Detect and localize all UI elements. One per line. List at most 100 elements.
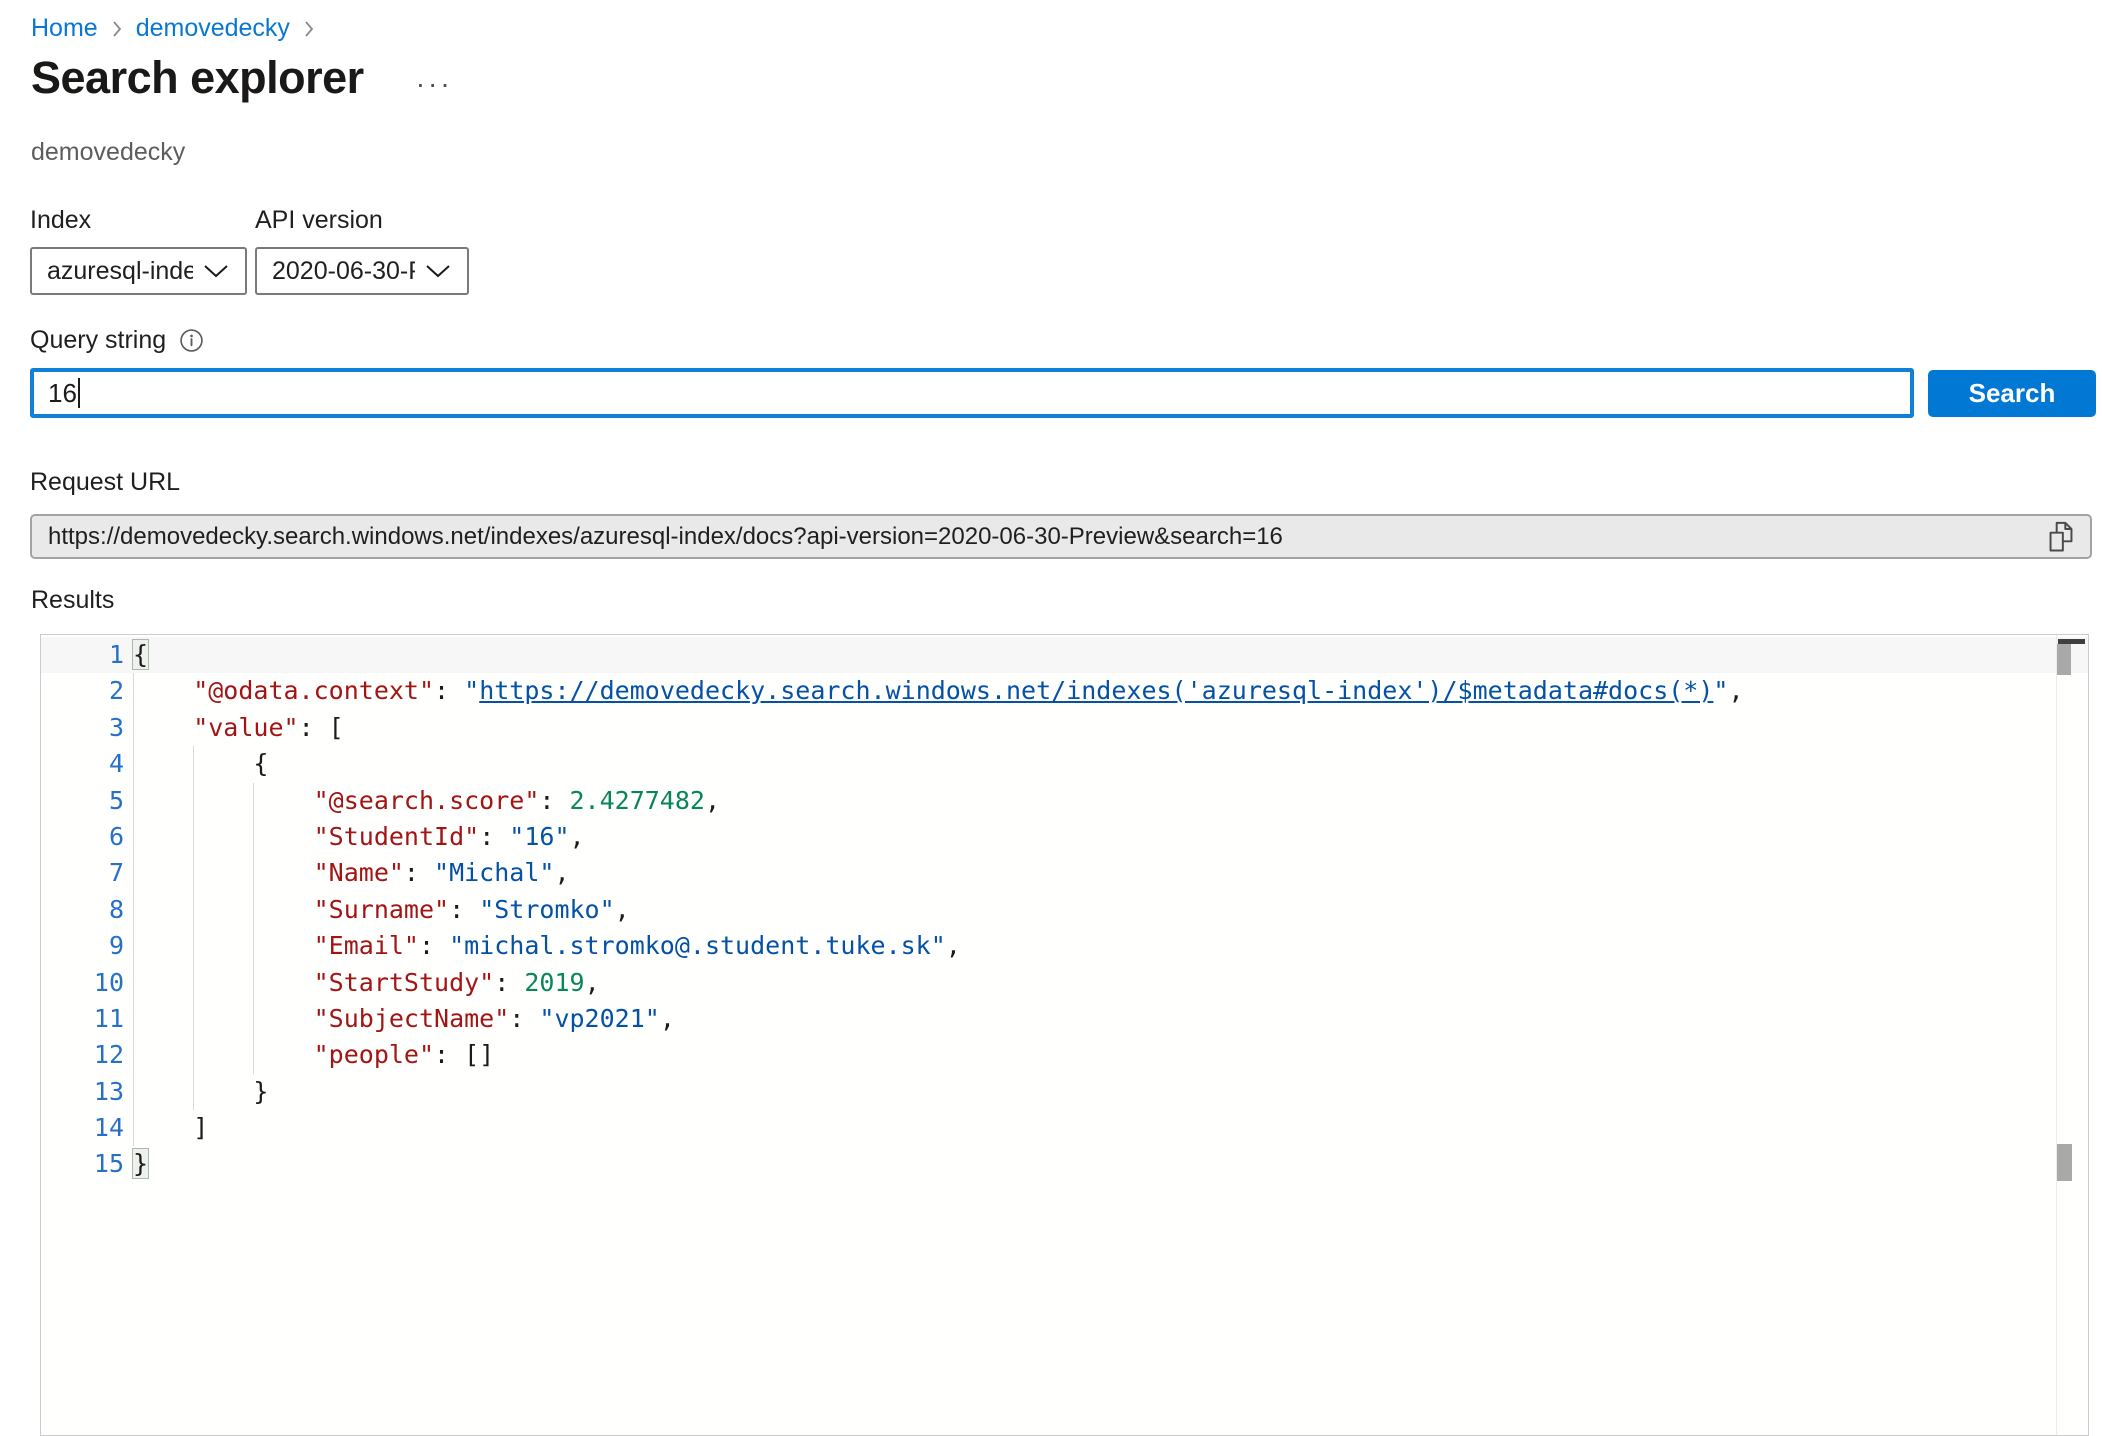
code-line: "@search.score": 2.4277482, [133, 783, 2088, 819]
json-token: "value" [193, 713, 298, 742]
results-editor[interactable]: 1{2"@odata.context": "https://demovedeck… [40, 634, 2089, 1436]
code-line: } [133, 1074, 2088, 1110]
editor-line: 6"StudentId": "16", [41, 819, 2088, 855]
api-version-select[interactable]: 2020-06-30-Pre... [255, 247, 469, 295]
json-token: , [660, 1004, 675, 1033]
line-number: 11 [41, 1001, 133, 1037]
json-token: "@search.score" [314, 786, 540, 815]
indent-guide [133, 892, 134, 928]
overview-ruler-cursor-mark [2057, 1144, 2072, 1181]
chevron-right-icon [302, 16, 316, 42]
json-token: , [570, 822, 585, 851]
json-token: : [479, 822, 509, 851]
indent-guide [193, 1001, 194, 1037]
code-line: "value": [ [133, 710, 2088, 746]
breadcrumb-link-service[interactable]: demovedecky [136, 14, 290, 43]
indent-guide [133, 783, 134, 819]
indent-guide [133, 746, 134, 782]
indent-guide [193, 855, 194, 891]
results-label: Results [31, 586, 114, 615]
json-token: : [434, 676, 464, 705]
json-token: : [494, 968, 524, 997]
scrollbar-thumb[interactable] [2057, 644, 2071, 675]
json-token: 2019 [524, 968, 584, 997]
line-number: 5 [41, 783, 133, 819]
line-number: 13 [41, 1074, 133, 1110]
json-token: , [946, 931, 961, 960]
line-number: 3 [41, 710, 133, 746]
json-token: , [1728, 676, 1743, 705]
indent-guide [253, 783, 254, 819]
scrollbar-track [2056, 635, 2057, 1435]
indent-guide [193, 965, 194, 1001]
indent-guide [253, 965, 254, 1001]
indent-guide [133, 1074, 134, 1110]
indent-guide [193, 928, 194, 964]
line-number: 14 [41, 1110, 133, 1146]
indent-guide [253, 892, 254, 928]
editor-line: 3"value": [ [41, 710, 2088, 746]
more-actions-button[interactable]: ··· [416, 70, 453, 98]
json-token: } [253, 1077, 268, 1106]
json-token: , [705, 786, 720, 815]
indent-guide [133, 673, 134, 709]
copy-icon[interactable] [2046, 521, 2076, 553]
indent-guide [253, 819, 254, 855]
json-token: "michal.stromko@.student.tuke.sk" [449, 931, 946, 960]
code-line: { [133, 637, 2088, 673]
json-token: "SubjectName" [314, 1004, 510, 1033]
line-number: 1 [41, 637, 133, 673]
json-token: "Email" [314, 931, 419, 960]
api-version-select-value: 2020-06-30-Pre... [272, 257, 415, 286]
editor-line: 8"Surname": "Stromko", [41, 892, 2088, 928]
editor-line: 13} [41, 1074, 2088, 1110]
json-token: " [1713, 676, 1728, 705]
text-cursor [78, 378, 80, 408]
json-token: ] [193, 1113, 208, 1142]
index-label: Index [30, 206, 247, 235]
json-token: { [253, 749, 268, 778]
json-token: : [] [434, 1040, 494, 1069]
line-number: 15 [41, 1146, 133, 1182]
json-token: : [509, 1004, 539, 1033]
json-token: "Stromko" [479, 895, 614, 924]
editor-line: 15} [41, 1146, 2088, 1182]
json-token: "Name" [314, 858, 404, 887]
indent-guide [253, 1001, 254, 1037]
code-line: } [133, 1146, 2088, 1182]
json-link[interactable]: https://demovedecky.search.windows.net/i… [479, 676, 1713, 705]
json-token: "16" [509, 822, 569, 851]
info-icon[interactable] [179, 328, 204, 353]
chevron-down-icon [425, 263, 451, 279]
editor-line: 1{ [41, 637, 2088, 673]
json-token: , [615, 895, 630, 924]
editor-line: 9"Email": "michal.stromko@.student.tuke.… [41, 928, 2088, 964]
code-line: { [133, 746, 2088, 782]
line-number: 10 [41, 965, 133, 1001]
editor-line: 4{ [41, 746, 2088, 782]
chevron-right-icon [110, 16, 124, 42]
indent-guide [193, 1037, 194, 1073]
code-line: "SubjectName": "vp2021", [133, 1001, 2088, 1037]
editor-line: 10"StartStudy": 2019, [41, 965, 2088, 1001]
index-select-value: azuresql-index [47, 257, 193, 286]
code-line: ] [133, 1110, 2088, 1146]
search-button[interactable]: Search [1928, 370, 2096, 417]
json-token: : [404, 858, 434, 887]
page-subtitle: demovedecky [31, 138, 185, 167]
json-token: : [ [299, 713, 344, 742]
breadcrumb-link-home[interactable]: Home [31, 14, 98, 43]
line-number: 9 [41, 928, 133, 964]
json-token: "vp2021" [539, 1004, 659, 1033]
indent-guide [253, 928, 254, 964]
request-url-field[interactable]: https://demovedecky.search.windows.net/i… [30, 514, 2092, 559]
editor-line: 12"people": [] [41, 1037, 2088, 1073]
query-string-label: Query string [30, 326, 166, 355]
results-json[interactable]: 1{2"@odata.context": "https://demovedeck… [41, 635, 2088, 1183]
json-token: } [133, 1149, 148, 1178]
json-token: "Surname" [314, 895, 449, 924]
editor-line: 2"@odata.context": "https://demovedecky.… [41, 673, 2088, 709]
query-input[interactable]: 16 [30, 368, 1914, 418]
index-select[interactable]: azuresql-index [30, 247, 247, 295]
editor-line: 14] [41, 1110, 2088, 1146]
